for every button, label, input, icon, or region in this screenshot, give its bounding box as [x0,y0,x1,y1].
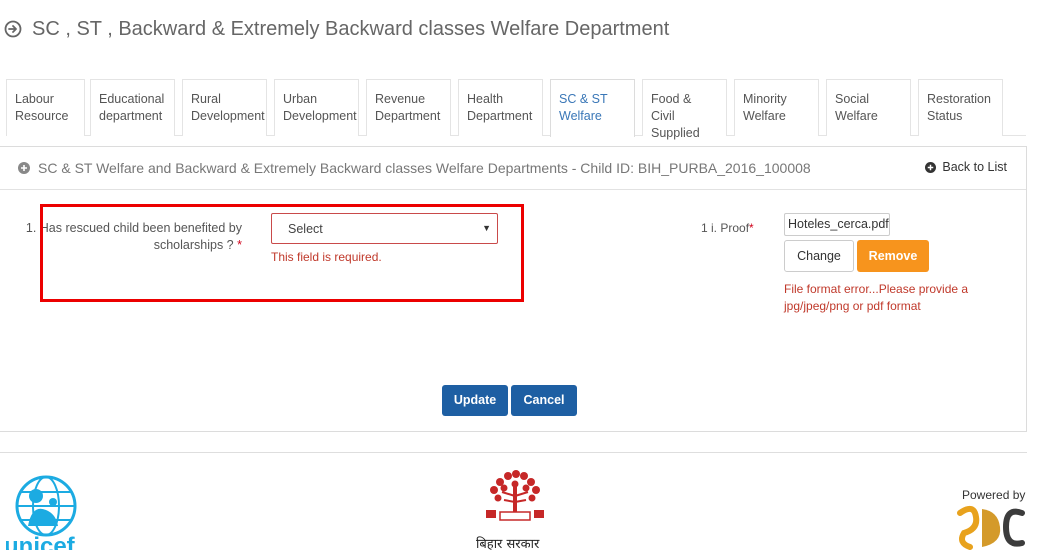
unicef-wordmark: unicef [6,533,76,550]
cancel-button[interactable]: Cancel [511,385,577,416]
tab-label-line2: Resource [15,109,69,123]
bihar-government-emblem [486,470,544,521]
tab-rural-development[interactable]: Rural Development [182,79,267,136]
tab-revenue-department[interactable]: Revenue Department [366,79,451,136]
proof-label-text: 1 i. Proof [701,221,750,235]
required-asterisk: * [749,221,754,235]
tab-health-department[interactable]: Health Department [458,79,543,136]
bihar-sarkar-text: बिहार सरकार [476,537,540,552]
tab-sc-st-welfare[interactable]: SC & ST Welfare [550,79,635,137]
circle-arrow-right-icon [4,20,22,38]
back-to-list-label: Back to List [942,160,1007,174]
panel-title: SC & ST Welfare and Backward & Extremely… [38,160,811,176]
tab-educational-department[interactable]: Educational department [90,79,175,136]
tab-label-line2: Welfare [835,109,878,123]
powered-by-label: Powered by [962,488,1026,502]
tab-label-line2: Department [467,109,533,123]
plus-circle-icon [925,161,937,173]
page-title-text: SC , ST , Backward & Extremely Backward … [32,17,670,40]
tab-label-line2: Development [283,109,357,123]
tab-label-line1: Social [835,92,870,106]
tab-label-line2: Status [927,109,963,123]
tab-label-line1: Rural [191,92,221,106]
back-to-list-link[interactable]: Back to List [925,160,1007,174]
plus-circle-icon [18,162,30,174]
tab-label-line1: Restoration [927,92,991,106]
change-file-button[interactable]: Change [784,240,854,272]
tab-labour-resource[interactable]: Labour Resource [6,79,85,136]
tab-label-line1: Educational [99,92,165,106]
tab-label-line1: Labour [15,92,54,106]
tab-social-welfare[interactable]: Social Welfare [826,79,911,136]
unicef-logo: unicef [6,475,77,550]
uploaded-file-name: Hoteles_cerca.pdf [784,213,890,236]
tab-label-line1: Revenue [375,92,426,106]
file-format-error: File format error...Please provide a jpg… [784,282,969,313]
tab-label-line1: Minority [743,92,787,106]
tab-urban-development[interactable]: Urban Development [274,79,359,136]
tab-food-civil-supplied[interactable]: Food & Civil Supplied [642,79,727,140]
tab-minority-welfare[interactable]: Minority Welfare [734,79,819,136]
tab-label-line2: Development [191,109,265,123]
proof-label: 1 i. Proof* [701,221,754,235]
highlight-box [40,204,524,302]
page-title: SC , ST , Backward & Extremely Backward … [4,15,669,43]
tab-label-line2: Supplied [651,126,700,140]
update-button[interactable]: Update [442,385,508,416]
remove-file-button[interactable]: Remove [857,240,929,272]
sdc-logo [957,505,1025,550]
panel-header: SC & ST Welfare and Backward & Extremely… [0,147,1026,190]
tab-label-line1: Food & Civil [651,92,692,123]
tab-label-line1: Health [467,92,504,106]
tab-restoration-status[interactable]: Restoration Status [918,79,1003,136]
tab-label-line2: Department [375,109,441,123]
tab-label-line1: Urban [283,92,318,106]
footer-divider [0,452,1027,453]
department-tabs: Labour Resource Educational department Rur… [6,79,1026,140]
tab-label-line1: SC & ST [559,92,608,106]
tab-label-line2: Welfare [743,109,786,123]
tab-label-line2: Welfare [559,109,602,123]
tab-label-line2: department [99,109,163,123]
